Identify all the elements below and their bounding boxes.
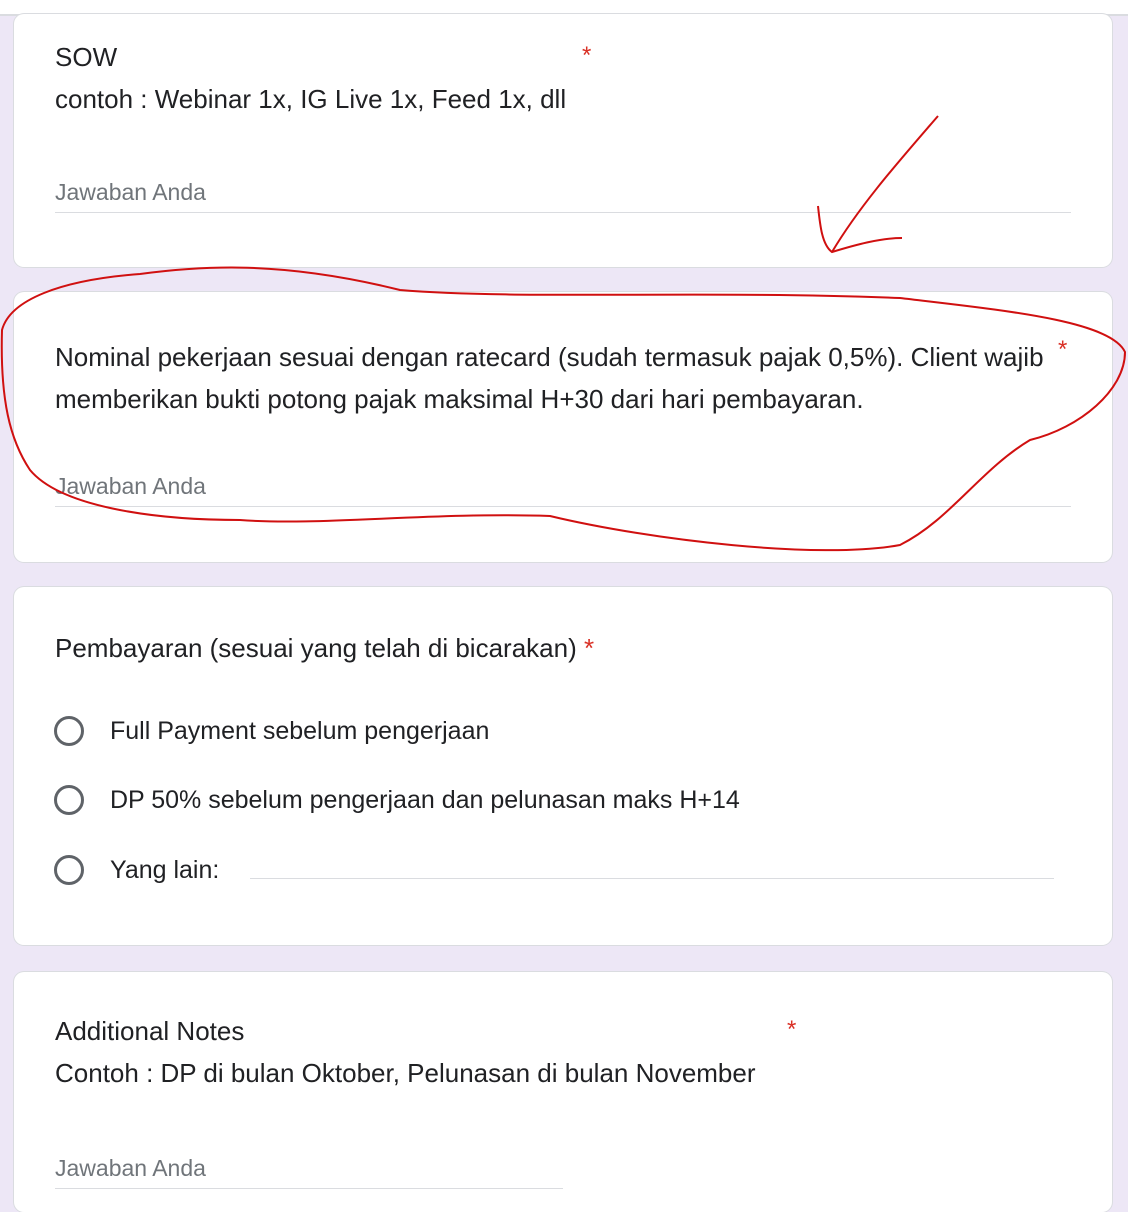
required-asterisk: * <box>582 42 592 69</box>
question-title: Pembayaran (sesuai yang telah di bicarak… <box>55 633 594 663</box>
question-card-pembayaran: Pembayaran (sesuai yang telah di bicarak… <box>14 587 1112 945</box>
radio-option-label: Yang lain: <box>110 855 220 884</box>
answer-input[interactable] <box>55 172 1071 213</box>
answer-input[interactable] <box>55 466 1071 507</box>
radio-button[interactable] <box>54 716 84 746</box>
question-title: Nominal pekerjaan sesuai dengan ratecard… <box>55 342 1044 414</box>
question-card-sow: SOW * contoh : Webinar 1x, IG Live 1x, F… <box>14 14 1112 267</box>
other-answer-input[interactable] <box>250 877 1054 879</box>
question-title: SOW <box>55 42 118 72</box>
radio-option-label: Full Payment sebelum pengerjaan <box>110 716 490 745</box>
required-asterisk: * <box>787 1016 797 1043</box>
question-description: Contoh : DP di bulan Oktober, Pelunasan … <box>55 1058 756 1088</box>
radio-option-label: DP 50% sebelum pengerjaan dan pelunasan … <box>110 785 740 814</box>
radio-option[interactable]: Full Payment sebelum pengerjaan <box>54 713 489 749</box>
required-asterisk: * <box>1058 336 1068 363</box>
question-title: Additional Notes <box>55 1016 245 1046</box>
radio-button[interactable] <box>54 855 84 885</box>
question-description: contoh : Webinar 1x, IG Live 1x, Feed 1x… <box>55 84 567 114</box>
question-card-additional-notes: Additional Notes * Contoh : DP di bulan … <box>14 972 1112 1212</box>
question-card-nominal: Nominal pekerjaan sesuai dengan ratecard… <box>14 292 1112 562</box>
answer-input[interactable] <box>55 1148 563 1189</box>
required-asterisk: * <box>583 633 595 663</box>
radio-button[interactable] <box>54 785 84 815</box>
radio-option[interactable]: DP 50% sebelum pengerjaan dan pelunasan … <box>54 782 740 818</box>
question-title-text: Pembayaran (sesuai yang telah di bicarak… <box>55 633 577 663</box>
radio-option-other[interactable]: Yang lain: <box>54 852 219 888</box>
